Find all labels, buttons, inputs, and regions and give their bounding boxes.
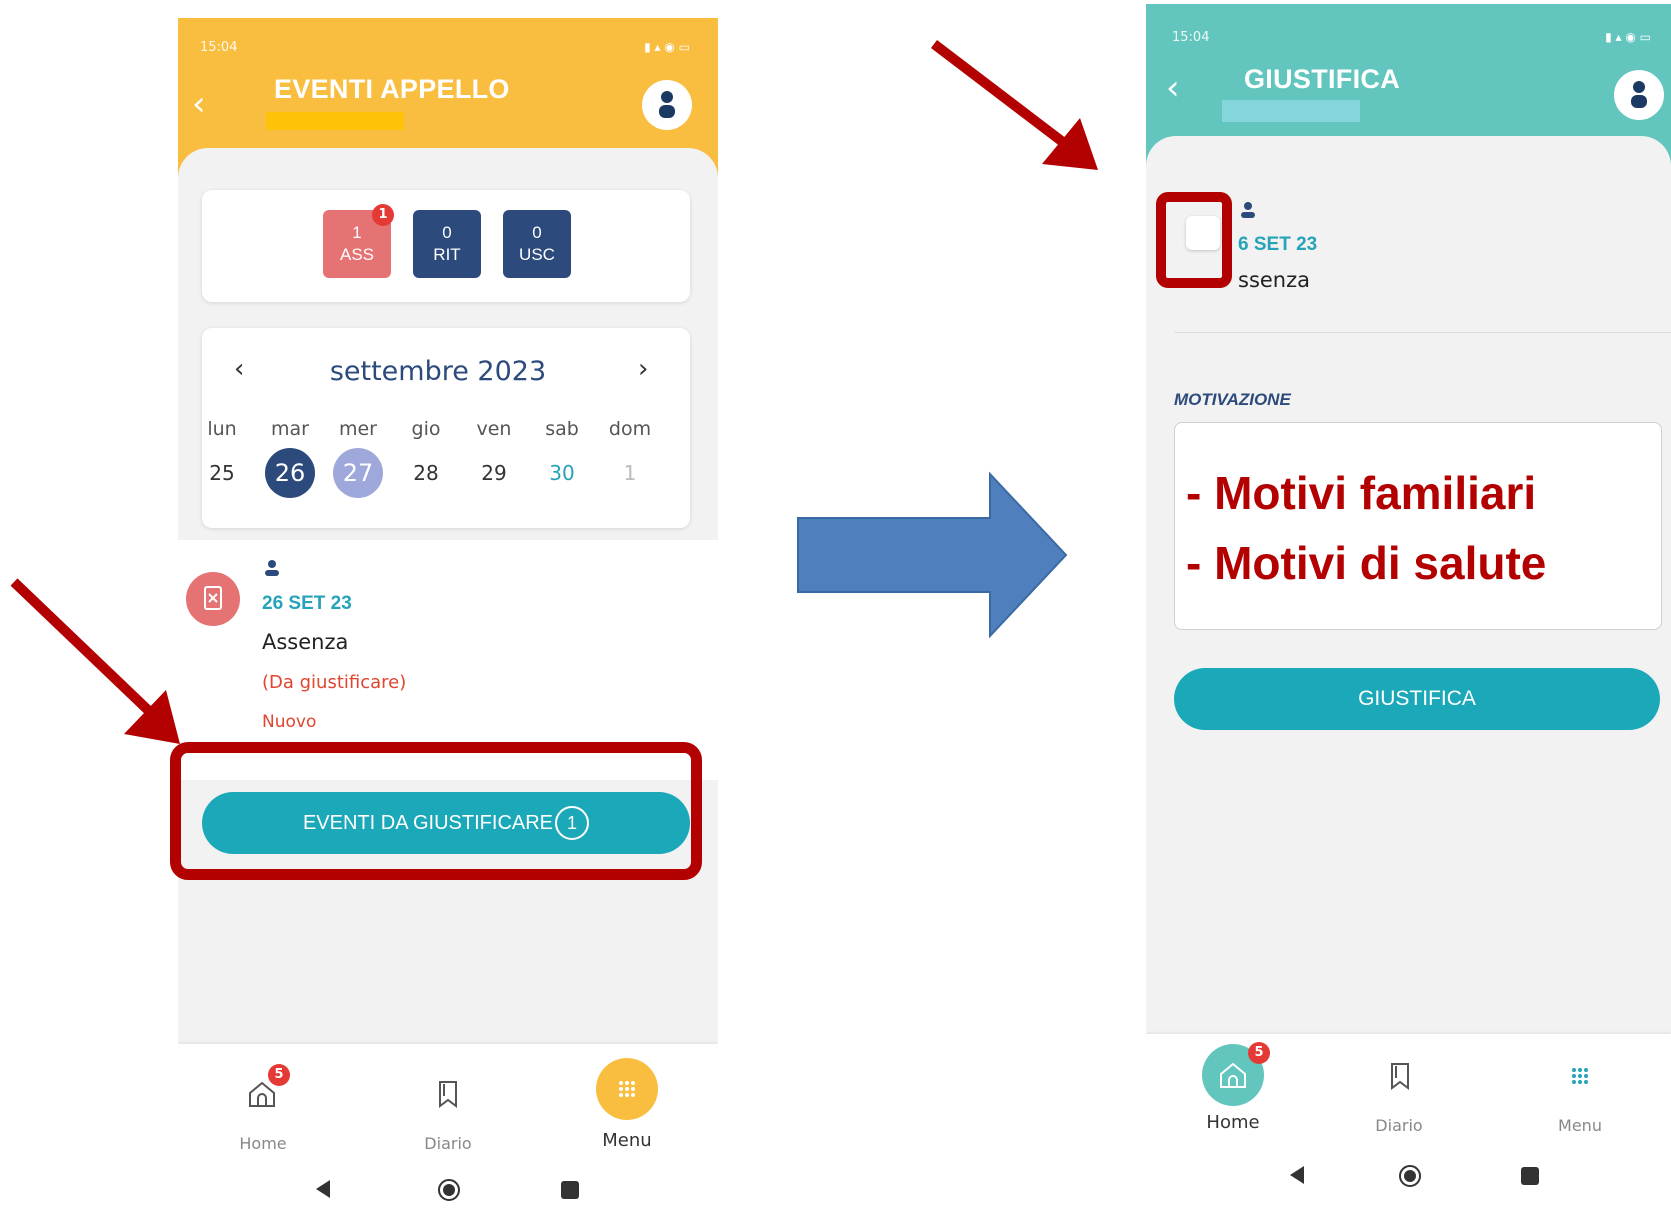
red-arrow-left — [10, 578, 154, 716]
red-arrowhead-right — [1042, 118, 1098, 170]
annotation-arrows — [10, 40, 1098, 744]
red-arrow-right — [930, 40, 1072, 150]
blue-transition-arrow — [797, 471, 1068, 639]
